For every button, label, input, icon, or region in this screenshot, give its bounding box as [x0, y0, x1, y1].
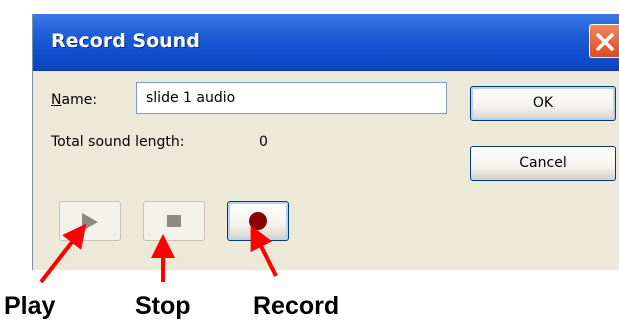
play-annotation: Play	[4, 292, 56, 320]
record-annotation: Record	[253, 292, 340, 320]
play-arrow	[39, 223, 87, 284]
stop-annotation: Stop	[135, 292, 191, 320]
record-arrow	[250, 225, 278, 277]
annotation-arrows	[39, 223, 278, 284]
